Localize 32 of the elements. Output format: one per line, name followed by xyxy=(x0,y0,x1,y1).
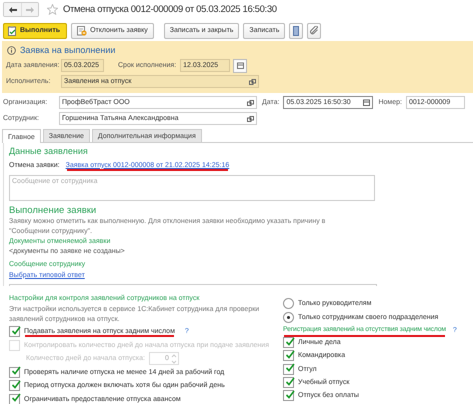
checkbox[interactable] xyxy=(283,337,294,348)
report-icon xyxy=(293,26,300,36)
checkbox[interactable] xyxy=(283,364,294,375)
report-button[interactable] xyxy=(289,22,304,38)
star-icon[interactable] xyxy=(47,4,58,15)
open-link-icon[interactable] xyxy=(247,116,254,122)
checkbox[interactable] xyxy=(283,350,294,362)
section-heading: Данные заявления xyxy=(9,146,89,157)
section-heading: Выполнение заявки xyxy=(9,205,98,217)
status-title: Заявка на выполнении xyxy=(20,45,116,55)
calendar-icon xyxy=(236,62,244,69)
paperclip-icon xyxy=(310,26,319,35)
right-arrow-icon xyxy=(26,6,34,12)
clipboard-check-icon xyxy=(8,26,17,36)
attach-button[interactable] xyxy=(307,22,322,38)
checkbox[interactable] xyxy=(9,394,20,404)
checkbox[interactable] xyxy=(9,326,20,338)
open-link-icon[interactable] xyxy=(247,100,254,106)
calendar-button[interactable] xyxy=(233,58,248,72)
checkbox[interactable] xyxy=(9,366,20,378)
checkbox[interactable] xyxy=(283,377,294,388)
radio-button[interactable] xyxy=(283,298,294,310)
document-icon xyxy=(77,26,88,36)
calendar-icon[interactable] xyxy=(363,99,370,106)
checkbox[interactable] xyxy=(9,380,20,392)
open-link-icon[interactable] xyxy=(249,78,256,84)
radio-button[interactable] xyxy=(283,312,294,323)
left-arrow-icon xyxy=(8,6,16,12)
window-title: Отмена отпуска 0012-000009 от 05.03.2025 16:50:30 xyxy=(63,4,277,15)
checkbox[interactable] xyxy=(283,390,294,402)
info-icon xyxy=(7,46,16,54)
back-button[interactable] xyxy=(4,3,21,16)
